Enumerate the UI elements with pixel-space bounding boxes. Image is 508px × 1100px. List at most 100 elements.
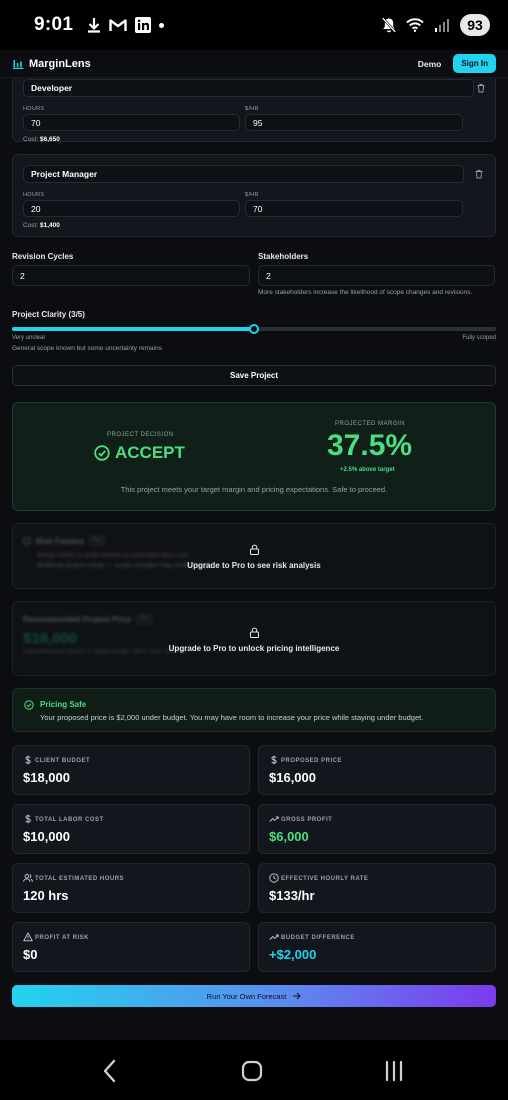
risk-upgrade-message[interactable]: Upgrade to Pro to see risk analysis — [13, 561, 495, 570]
stakeholders-input[interactable]: 2 — [258, 265, 495, 286]
home-icon[interactable] — [241, 1060, 263, 1082]
pricing-safe-message: Your proposed price is $2,000 under budg… — [40, 713, 424, 722]
metric-proposed-price: PROPOSED PRICE $16,000 — [258, 745, 496, 795]
decision-badge: ACCEPT — [94, 443, 185, 463]
metric-label: BUDGET DIFFERENCE — [281, 935, 355, 941]
hours-input[interactable]: 70 — [23, 114, 240, 131]
rate-label: $/HR — [245, 192, 259, 198]
metric-value: $16,000 — [269, 770, 316, 785]
check-circle-icon — [24, 700, 34, 710]
app-header: MarginLens Demo Sign In — [0, 50, 508, 78]
decision-title: PROJECT DECISION — [107, 432, 174, 438]
trend-up-icon — [269, 816, 279, 822]
metric-label: CLIENT BUDGET — [35, 758, 91, 764]
lock-icon — [250, 627, 259, 638]
metric-profit-at-risk: PROFIT AT RISK $0 — [12, 922, 250, 972]
brand-name: MarginLens — [29, 57, 91, 70]
metric-value: 120 hrs — [23, 888, 69, 903]
hours-label: HOURS — [23, 192, 45, 198]
risk-factors-card: Risk Factors Pro Margin buffer is small … — [12, 523, 496, 589]
brand[interactable]: MarginLens — [12, 58, 91, 70]
metric-label: TOTAL LABOR COST — [35, 817, 104, 823]
users-icon — [23, 873, 33, 882]
recommended-price-card: Recommended Project Price Pro $18,000 Ca… — [12, 601, 496, 676]
revision-cycles-label: Revision Cycles — [12, 252, 74, 261]
margin-delta: +2.5% above target — [340, 467, 395, 473]
clarity-min-label: Very unclear — [12, 335, 46, 341]
bar-chart-icon — [13, 60, 24, 69]
clock-icon — [269, 873, 279, 883]
decision-text: ACCEPT — [115, 443, 185, 462]
team-member-card: Project Manager HOURS $/HR 20 70 Cost: $… — [12, 154, 496, 237]
pricing-upgrade-message[interactable]: Upgrade to Pro to unlock pricing intelli… — [13, 644, 495, 653]
hours-label: HOURS — [23, 106, 45, 112]
cost-text: Cost: $6,650 — [23, 136, 60, 143]
wifi-icon — [406, 18, 424, 32]
demo-link[interactable]: Demo — [418, 59, 442, 69]
main-content: Developer HOURS $/HR 70 95 Cost: $6,650 … — [0, 78, 508, 1018]
trash-icon[interactable] — [476, 83, 486, 93]
dollar-icon — [271, 755, 277, 765]
battery-indicator: 93 — [460, 14, 490, 36]
signal-icon — [435, 19, 449, 32]
role-input[interactable]: Project Manager — [23, 165, 464, 183]
run-forecast-label: Run Your Own Forecast — [206, 991, 287, 1001]
recent-apps-icon[interactable] — [383, 1060, 405, 1082]
decision-message: This project meets your target margin an… — [120, 485, 388, 494]
pricing-title: Recommended Project Price — [23, 614, 132, 624]
clarity-max-label: Fully scoped — [462, 335, 496, 341]
mute-icon — [382, 17, 396, 33]
notification-dot — [159, 22, 165, 28]
check-circle-icon — [94, 445, 110, 461]
warning-icon — [23, 932, 33, 942]
system-navigation-bar — [0, 1040, 508, 1100]
clarity-description: General scope known but some uncertainty… — [12, 345, 162, 352]
gmail-icon — [109, 19, 127, 31]
risk-pro-badge: Pro — [89, 536, 106, 546]
metric-value: $133/hr — [269, 888, 315, 903]
team-member-card: Developer HOURS $/HR 70 95 Cost: $6,650 — [12, 78, 496, 143]
metric-value: $0 — [23, 947, 38, 962]
margin-title: PROJECTED MARGIN — [335, 421, 406, 427]
pricing-safe-title: Pricing Safe — [40, 700, 87, 709]
metric-value: $6,000 — [269, 829, 309, 844]
trend-up-icon — [269, 934, 279, 940]
status-bar: 9:01 93 — [0, 0, 508, 50]
metric-label: GROSS PROFIT — [281, 817, 333, 823]
back-icon[interactable] — [100, 1059, 120, 1083]
rate-input[interactable]: 95 — [245, 114, 463, 131]
metric-label: TOTAL ESTIMATED HOURS — [35, 876, 125, 882]
stakeholders-label: Stakeholders — [258, 252, 309, 261]
risk-title: Risk Factors — [36, 536, 85, 546]
download-icon — [88, 18, 101, 33]
save-project-button[interactable]: Save Project — [12, 365, 496, 386]
metric-gross-profit: GROSS PROFIT $6,000 — [258, 804, 496, 854]
cost-text: Cost: $1,400 — [23, 222, 60, 229]
clarity-slider-fill — [12, 327, 254, 331]
metric-value: $18,000 — [23, 770, 70, 785]
arrow-right-icon — [293, 992, 302, 1000]
rate-label: $/HR — [245, 106, 259, 112]
project-decision-card: PROJECT DECISION ACCEPT PROJECTED MARGIN… — [12, 402, 496, 511]
dollar-icon — [25, 814, 31, 824]
clarity-slider-thumb[interactable] — [249, 324, 259, 334]
metric-value: $10,000 — [23, 829, 70, 844]
lock-icon — [250, 544, 259, 555]
projected-margin-value: 37.5% — [327, 429, 413, 462]
revision-cycles-input[interactable]: 2 — [12, 265, 250, 286]
pricing-safe-alert: Pricing Safe Your proposed price is $2,0… — [12, 688, 496, 732]
sign-in-button[interactable]: Sign In — [453, 54, 496, 73]
role-input[interactable]: Developer — [23, 79, 474, 97]
metric-label: EFFECTIVE HOURLY RATE — [281, 876, 369, 882]
metric-client-budget: CLIENT BUDGET $18,000 — [12, 745, 250, 795]
run-forecast-button[interactable]: Run Your Own Forecast — [12, 985, 496, 1007]
dollar-icon — [25, 755, 31, 765]
rate-input[interactable]: 70 — [245, 200, 463, 217]
linkedin-icon — [135, 17, 152, 33]
metric-value: +$2,000 — [269, 947, 317, 962]
hours-input[interactable]: 20 — [23, 200, 240, 217]
stakeholders-hint: More stakeholders increase the likelihoo… — [258, 289, 473, 296]
metric-total-labor-cost: TOTAL LABOR COST $10,000 — [12, 804, 250, 854]
metric-total-estimated-hours: TOTAL ESTIMATED HOURS 120 hrs — [12, 863, 250, 913]
trash-icon[interactable] — [474, 169, 484, 179]
